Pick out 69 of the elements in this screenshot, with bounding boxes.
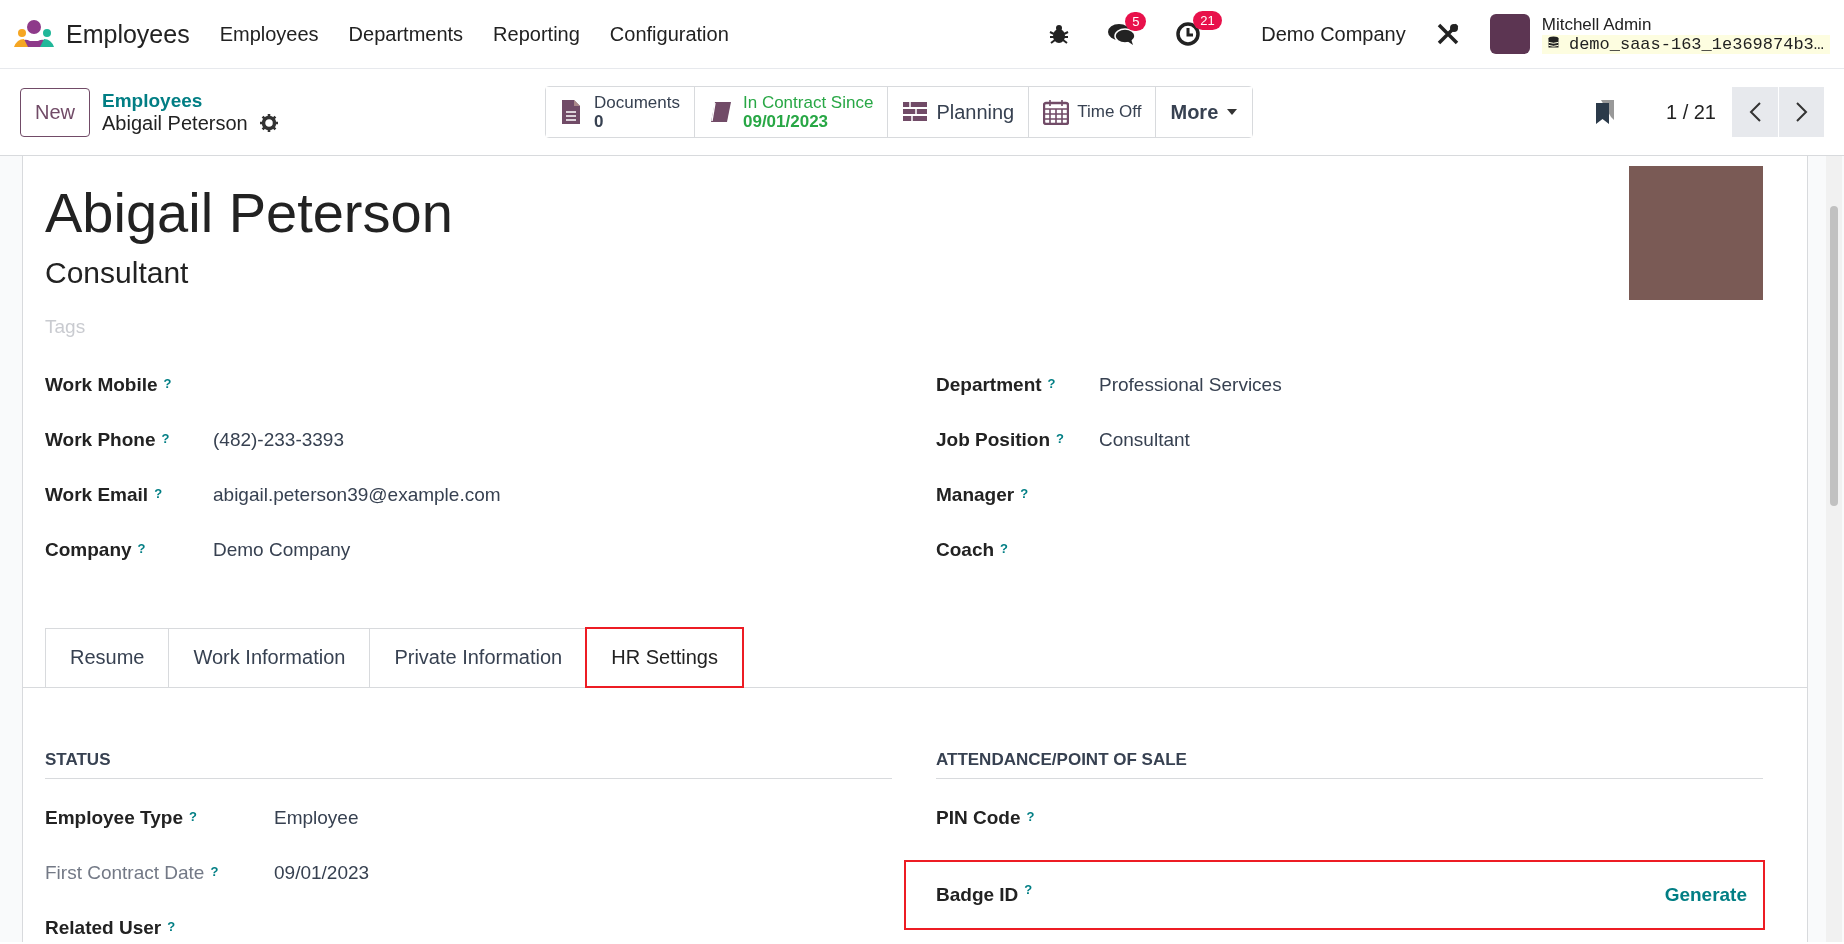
chevron-left-icon (1748, 101, 1762, 123)
field-value[interactable]: 09/01/2023 (274, 862, 370, 884)
notification-badge: 21 (1193, 11, 1222, 30)
tab[interactable]: Resume (45, 628, 170, 687)
help-mark[interactable]: ? (161, 431, 170, 446)
stat-button[interactable]: Documents 0 (546, 87, 695, 137)
help-mark[interactable]: ? (154, 486, 163, 501)
menu-item[interactable]: Employees (219, 22, 319, 46)
field-value[interactable]: Demo Company (213, 539, 351, 561)
database-icon (1547, 35, 1559, 49)
clock-icon[interactable] (1175, 21, 1202, 47)
field-value[interactable]: Professional Services (1099, 374, 1282, 396)
user-name[interactable]: Mitchell Admin (1541, 14, 1830, 35)
section-title: STATUS (45, 750, 892, 779)
help-mark[interactable]: ? (163, 376, 172, 391)
field-label: Badge ID (936, 884, 1019, 906)
field-label: Department (936, 374, 1042, 396)
help-mark[interactable]: ? (1000, 541, 1009, 556)
notification-badge: 5 (1125, 12, 1147, 31)
help-mark[interactable]: ? (137, 541, 146, 556)
chevron-right-icon (1794, 101, 1809, 123)
menu-item[interactable]: Reporting (493, 22, 580, 46)
field-value[interactable]: (482)-233-3393 (213, 429, 344, 451)
record-name: Abigail Peterson (102, 111, 248, 135)
field-label: PIN Code (936, 807, 1021, 829)
field-value[interactable]: abigail.peterson39@example.com (213, 484, 501, 506)
scrollbar[interactable] (1826, 156, 1842, 942)
section-title: ATTENDANCE/POINT OF SALE (936, 750, 1763, 779)
app-title[interactable]: Employees (66, 19, 190, 49)
field-label: Job Position (936, 429, 1050, 451)
job-title[interactable]: Consultant (45, 256, 453, 290)
field-label: Coach (936, 539, 995, 561)
tools-icon[interactable] (1435, 22, 1460, 46)
field-label: Manager (936, 484, 1015, 506)
field-label: Work Email (45, 484, 149, 506)
pager-value[interactable]: 1 / 21 (1665, 100, 1716, 124)
field-label: Work Phone (45, 429, 156, 451)
menu-item[interactable]: Departments (348, 22, 464, 46)
field-label: Related User (45, 917, 162, 939)
help-mark[interactable]: ? (1024, 881, 1033, 897)
help-mark[interactable]: ? (189, 809, 197, 824)
help-mark[interactable]: ? (167, 919, 176, 934)
next-button[interactable] (1778, 87, 1824, 137)
help-mark[interactable]: ? (1056, 431, 1064, 446)
bookmark-icon[interactable] (1593, 99, 1616, 125)
generate-link[interactable]: Generate (1664, 884, 1747, 906)
help-mark[interactable]: ? (1026, 809, 1035, 824)
avatar-placeholder[interactable] (1489, 14, 1530, 54)
field-value[interactable]: Employee (274, 807, 359, 829)
field-label: Employee Type (45, 807, 183, 829)
database-name: demo_saas-163_1e369874b3… (1541, 34, 1830, 54)
employee-name[interactable]: Abigail Peterson (45, 180, 453, 246)
bug-icon[interactable] (1049, 23, 1070, 45)
field-label: Work Mobile (45, 374, 158, 396)
field-label: First Contract Date (45, 862, 205, 884)
help-mark[interactable]: ? (1020, 486, 1029, 501)
gear-icon[interactable] (259, 114, 278, 132)
calendar-icon (1043, 99, 1070, 125)
caret-icon (1226, 108, 1239, 116)
field-label: Company (45, 539, 132, 561)
help-mark[interactable]: ? (1047, 376, 1056, 391)
tab[interactable]: HR Settings (586, 628, 743, 687)
help-mark[interactable]: ? (210, 864, 219, 879)
new-button[interactable]: New (20, 87, 90, 137)
menu-item[interactable]: Configuration (609, 22, 729, 46)
field-value[interactable]: Consultant (1099, 429, 1190, 451)
app-logo-icon[interactable] (14, 19, 54, 49)
breadcrumb-link[interactable]: Employees (102, 89, 278, 112)
company-switcher[interactable]: Demo Company (1261, 22, 1406, 46)
